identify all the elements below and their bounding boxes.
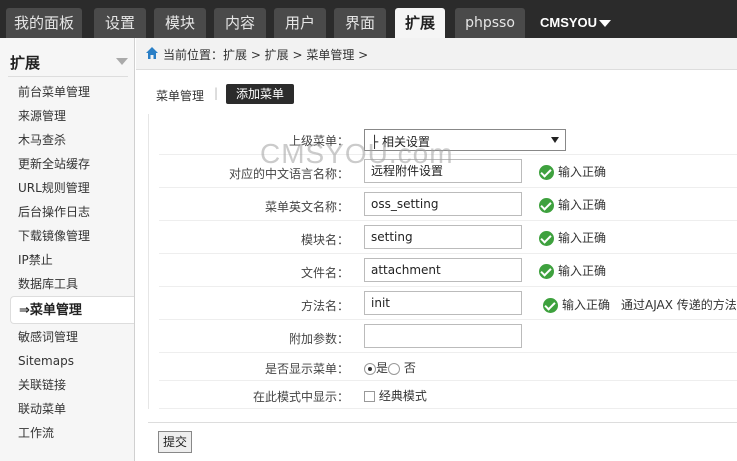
- form-row-method: 方法名： init 输入正确 通过AJAX 传递的方法: [159, 287, 737, 320]
- check-icon: [539, 198, 554, 213]
- extra-params-label: 附加参数：: [288, 332, 349, 346]
- sidebar-item-source[interactable]: 来源管理: [18, 106, 66, 126]
- module-label: 模块名：: [300, 233, 349, 247]
- form-row-cn-name: 对应的中文语言名称： 远程附件设置 输入正确: [159, 155, 737, 188]
- sidebar-item-front-menu[interactable]: 前台菜单管理: [18, 82, 90, 102]
- file-status: 输入正确: [539, 262, 606, 279]
- display-yes-label: 是: [376, 361, 389, 375]
- status-text: 输入正确: [562, 298, 611, 312]
- sidebar-item-trojan-scan[interactable]: 木马查杀: [18, 130, 66, 150]
- sidebar-item-linkage-menu[interactable]: 联动菜单: [18, 399, 66, 419]
- en-name-label: 菜单英文名称：: [264, 200, 349, 214]
- tab-interface[interactable]: 界面: [334, 8, 386, 38]
- tab-settings[interactable]: 设置: [94, 8, 146, 38]
- breadcrumb: 当前位置：扩展 > 扩展 > 菜单管理 >: [136, 38, 737, 70]
- parent-menu-label: 上级菜单：: [288, 134, 349, 148]
- form-row-extra: 附加参数：: [159, 320, 737, 353]
- collapse-caret-icon[interactable]: [116, 58, 128, 65]
- arrow-right-icon: ⇒: [19, 303, 30, 318]
- form-row-en-name: 菜单英文名称： oss_setting 输入正确: [159, 188, 737, 221]
- sidebar-item-download-mirror[interactable]: 下载镜像管理: [18, 226, 90, 246]
- display-no-radio[interactable]: [388, 362, 401, 375]
- tab-phpsso[interactable]: phpsso: [455, 8, 525, 38]
- top-nav: 我的面板 设置 模块 内容 用户 界面 扩展 phpsso CMSYOU: [0, 0, 737, 38]
- form-row-module: 模块名： setting 输入正确: [159, 221, 737, 254]
- form-row-file: 文件名： attachment 输入正确: [159, 254, 737, 287]
- en-name-status: 输入正确: [539, 196, 606, 213]
- tab-my-panel[interactable]: 我的面板: [6, 8, 82, 38]
- home-icon: [146, 47, 158, 59]
- sidebar-item-admin-log[interactable]: 后台操作日志: [18, 202, 90, 222]
- method-status: 输入正确: [543, 296, 610, 313]
- parent-menu-select[interactable]: ├ 相关设置: [364, 129, 566, 151]
- tab-menu-manage[interactable]: 菜单管理: [156, 87, 204, 104]
- sidebar-item-update-cache[interactable]: 更新全站缓存: [18, 154, 90, 174]
- parent-menu-value: ├ 相关设置: [371, 135, 431, 149]
- subtabs: 菜单管理 | 添加菜单: [148, 84, 737, 106]
- form-row-display: 是否显示菜单： 是 否: [159, 353, 737, 381]
- cn-name-input[interactable]: 远程附件设置: [364, 159, 522, 183]
- status-text: 输入正确: [558, 198, 607, 212]
- module-status: 输入正确: [539, 229, 606, 246]
- subtab-separator: |: [214, 86, 219, 100]
- classic-mode-label: 经典模式: [378, 389, 427, 403]
- tab-modules[interactable]: 模块: [154, 8, 206, 38]
- en-name-input[interactable]: oss_setting: [364, 192, 522, 216]
- select-arrow-icon: [551, 137, 559, 143]
- submit-button[interactable]: 提交: [158, 431, 193, 453]
- cn-name-status: 输入正确: [539, 163, 606, 180]
- mode-checkbox-group: 经典模式: [364, 387, 427, 404]
- module-input[interactable]: setting: [364, 225, 522, 249]
- method-label: 方法名：: [300, 299, 349, 313]
- check-icon: [539, 231, 554, 246]
- add-menu-button[interactable]: 添加菜单: [226, 84, 295, 104]
- method-hint: 通过AJAX 传递的方法: [621, 298, 737, 312]
- mode-label: 在此模式中显示：: [252, 390, 349, 404]
- sidebar-item-database-tools[interactable]: 数据库工具: [18, 274, 78, 294]
- file-label: 文件名：: [300, 266, 349, 280]
- tab-users[interactable]: 用户: [274, 8, 326, 38]
- sidebar-item-related-links[interactable]: 关联链接: [18, 375, 66, 395]
- form-row-mode: 在此模式中显示： 经典模式: [159, 381, 737, 409]
- sidebar-item-menu-manage[interactable]: ⇒菜单管理: [10, 296, 134, 324]
- brand-menu[interactable]: CMSYOU: [540, 8, 612, 38]
- tab-extensions[interactable]: 扩展: [395, 8, 445, 38]
- divider: [8, 76, 128, 77]
- sidebar-item-sensitive-words[interactable]: 敏感词管理: [18, 327, 78, 347]
- sidebar-item-url-rules[interactable]: URL规则管理: [18, 178, 90, 198]
- status-text: 输入正确: [558, 165, 607, 179]
- file-input[interactable]: attachment: [364, 258, 522, 282]
- cn-name-label: 对应的中文语言名称：: [228, 167, 349, 181]
- method-input[interactable]: init: [364, 291, 522, 315]
- extra-params-input[interactable]: [364, 324, 522, 348]
- display-no-label: 否: [403, 361, 416, 375]
- menu-form: 上级菜单： ├ 相关设置 对应的中文语言名称： 远程附件设置 输入正确 菜单英文…: [148, 114, 737, 409]
- display-radio-group: 是 否: [364, 359, 416, 376]
- display-yes-radio[interactable]: [364, 362, 376, 375]
- brand-name: CMSYOU: [540, 15, 598, 30]
- sidebar-item-sitemaps[interactable]: Sitemaps: [18, 351, 74, 371]
- status-text: 输入正确: [558, 264, 607, 278]
- status-text: 输入正确: [558, 231, 607, 245]
- sidebar-item-label: 菜单管理: [29, 303, 82, 318]
- sidebar-title: 扩展: [10, 54, 41, 72]
- classic-mode-checkbox[interactable]: [364, 391, 375, 402]
- sidebar-item-workflow[interactable]: 工作流: [18, 423, 54, 443]
- check-icon: [539, 165, 554, 180]
- form-row-parent: 上级菜单： ├ 相关设置: [159, 122, 737, 155]
- divider: [148, 422, 737, 423]
- check-icon: [539, 264, 554, 279]
- display-label: 是否显示菜单：: [264, 362, 349, 376]
- sidebar: 扩展 前台菜单管理 来源管理 木马查杀 更新全站缓存 URL规则管理 后台操作日…: [0, 38, 135, 461]
- check-icon: [543, 298, 558, 313]
- caret-down-icon: [599, 20, 612, 28]
- tab-content[interactable]: 内容: [214, 8, 266, 38]
- breadcrumb-text: 当前位置：扩展 > 扩展 > 菜单管理 >: [163, 48, 369, 62]
- sidebar-item-ip-ban[interactable]: IP禁止: [18, 250, 53, 270]
